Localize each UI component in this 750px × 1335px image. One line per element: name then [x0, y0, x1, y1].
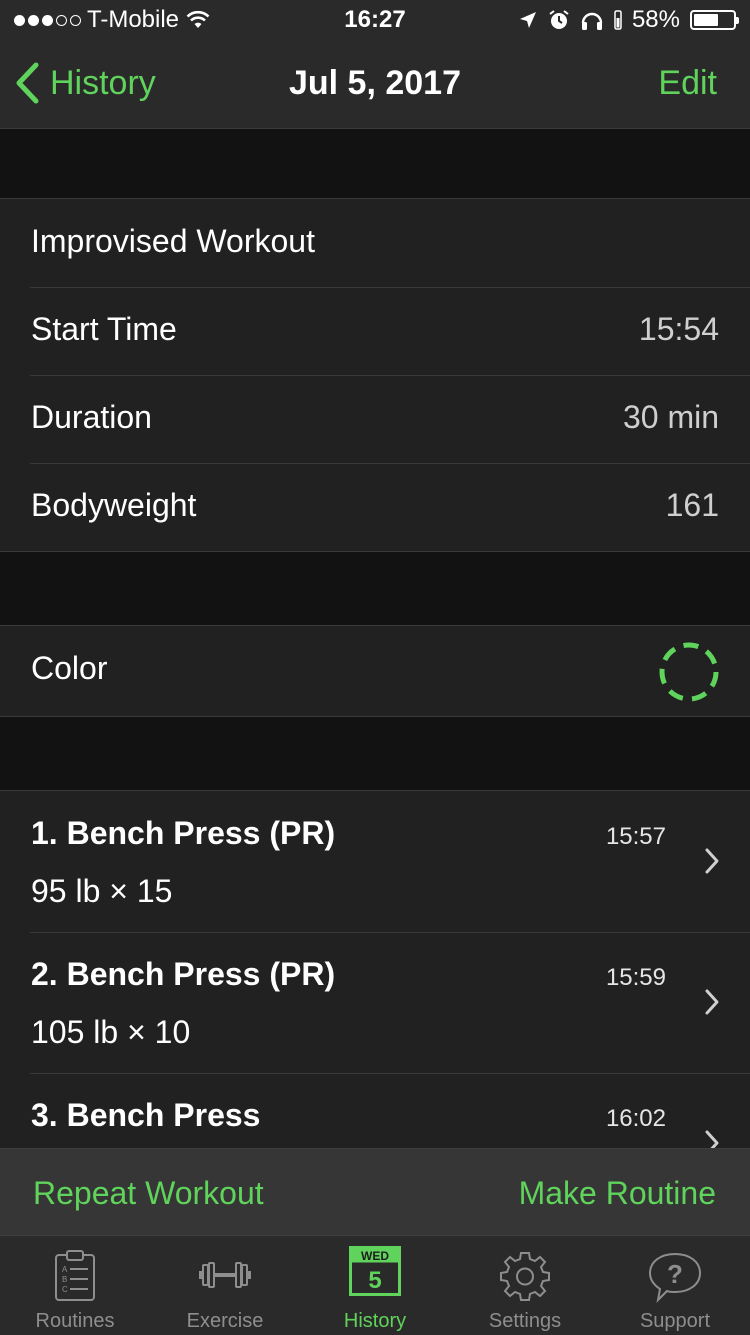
- color-label: Color: [31, 650, 108, 686]
- exercise-time: 15:59: [605, 964, 666, 991]
- start-time-row[interactable]: Start Time 15:54: [0, 287, 750, 375]
- exercise-detail: 95 lb × 15: [31, 873, 173, 909]
- svg-text:A: A: [62, 1265, 68, 1274]
- battery-icon: [690, 10, 739, 30]
- tab-exercise[interactable]: Exercise: [150, 1236, 300, 1335]
- tab-history[interactable]: WED 5 History: [300, 1236, 450, 1335]
- color-section: Color: [0, 625, 750, 717]
- exercise-time: 15:57: [605, 823, 666, 850]
- status-bar: T-Mobile 16:27 58%: [0, 0, 750, 40]
- workout-name-row[interactable]: Improvised Workout: [0, 199, 750, 287]
- exercise-detail: 105 lb × 10: [31, 1014, 191, 1050]
- make-routine-button[interactable]: Make Routine: [519, 1175, 716, 1212]
- headphone-battery-icon: [614, 10, 622, 30]
- svg-text:?: ?: [667, 1259, 683, 1289]
- help-bubble-icon: ?: [648, 1252, 702, 1303]
- exercise-time: 16:02: [605, 1105, 666, 1132]
- exercise-name: 1. Bench Press (PR): [31, 815, 336, 851]
- duration-row[interactable]: Duration 30 min: [0, 375, 750, 463]
- exercise-name: 3. Bench Press: [31, 1097, 261, 1133]
- navigation-bar: History Jul 5, 2017 Edit: [0, 40, 750, 129]
- svg-text:B: B: [62, 1275, 67, 1284]
- chevron-right-icon: [705, 848, 719, 874]
- bodyweight-value: 161: [665, 487, 719, 523]
- tab-label: Routines: [35, 1310, 115, 1332]
- headphones-icon: [581, 12, 603, 30]
- tab-label: Settings: [488, 1310, 562, 1332]
- svg-text:C: C: [62, 1285, 68, 1294]
- tab-support[interactable]: ? Support: [600, 1236, 750, 1335]
- tab-label: Support: [639, 1310, 711, 1332]
- chevron-right-icon: [705, 1130, 719, 1149]
- clipboard-icon: A B C: [55, 1250, 95, 1301]
- location-arrow-icon: [519, 12, 536, 28]
- edit-button[interactable]: Edit: [658, 64, 717, 103]
- workout-name: Improvised Workout: [31, 223, 315, 259]
- exercise-row[interactable]: 2. Bench Press (PR) 105 lb × 10 15:59: [0, 932, 750, 1073]
- bodyweight-label: Bodyweight: [31, 487, 197, 523]
- duration-label: Duration: [31, 399, 152, 435]
- tab-label: Exercise: [186, 1310, 264, 1332]
- start-time-value: 15:54: [638, 311, 719, 347]
- dumbbell-icon: [199, 1262, 251, 1288]
- chevron-right-icon: [705, 989, 719, 1015]
- calendar-day: WED: [361, 1249, 389, 1263]
- repeat-workout-button[interactable]: Repeat Workout: [33, 1175, 264, 1212]
- start-time-label: Start Time: [31, 311, 177, 347]
- tab-routines[interactable]: A B C Routines: [0, 1236, 150, 1335]
- tab-label: History: [343, 1310, 407, 1332]
- status-right-group: 58%: [518, 6, 739, 34]
- workout-info-section: Improvised Workout Start Time 15:54 Dura…: [0, 198, 750, 552]
- color-row[interactable]: Color: [0, 626, 750, 716]
- exercise-row[interactable]: 3. Bench Press 16:02: [0, 1073, 750, 1149]
- tab-bar: A B C Routines Exercise WED 5 History Se…: [0, 1235, 750, 1335]
- gear-icon: [500, 1252, 550, 1301]
- duration-value: 30 min: [622, 399, 719, 435]
- exercise-row[interactable]: 1. Bench Press (PR) 95 lb × 15 15:57: [0, 791, 750, 932]
- exercise-name: 2. Bench Press (PR): [31, 956, 336, 992]
- alarm-clock-icon: [549, 10, 569, 29]
- exercises-section: 1. Bench Press (PR) 95 lb × 15 15:57 2. …: [0, 790, 750, 1149]
- calendar-icon: WED 5: [349, 1246, 401, 1296]
- color-swatch-icon[interactable]: [658, 641, 720, 703]
- battery-percent: 58%: [631, 6, 680, 33]
- action-bar: Repeat Workout Make Routine: [0, 1148, 750, 1236]
- page-title: Jul 5, 2017: [288, 64, 461, 102]
- calendar-date: 5: [368, 1267, 381, 1294]
- tab-settings[interactable]: Settings: [450, 1236, 600, 1335]
- bodyweight-row[interactable]: Bodyweight 161: [0, 463, 750, 551]
